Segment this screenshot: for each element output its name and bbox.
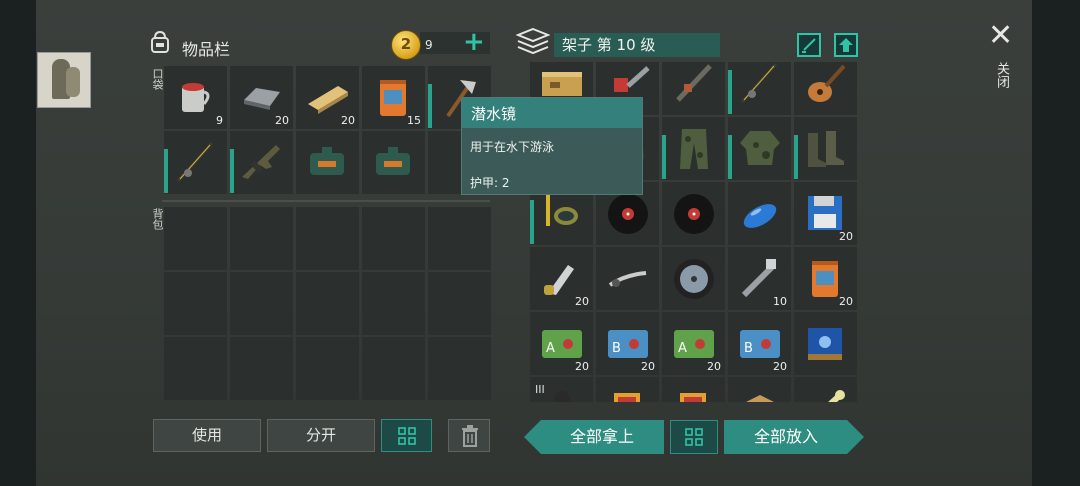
shelf-icon — [516, 27, 550, 55]
shelf-grid: 20 20 10 20 A 20 B 20 A 20 B 20 — [0, 62, 1080, 402]
coin-count: 9 — [425, 38, 433, 52]
snorkel-goggles-icon — [538, 190, 585, 237]
item-count: 20 — [641, 360, 655, 373]
edit-icon — [802, 38, 816, 53]
tier-label: III — [535, 383, 545, 396]
upload-icon — [839, 38, 853, 52]
game-screen: 物品栏 2 9 + 口袋 背包 9 20 20 15 使用 分开 架子 第 10 级 — [0, 0, 1080, 486]
fuel-tank-icon — [736, 190, 783, 237]
item-slot[interactable] — [794, 62, 857, 115]
item-count: 20 — [575, 360, 589, 373]
camo-jacket-icon — [736, 125, 783, 172]
item-slot[interactable] — [662, 62, 725, 115]
put-all-button[interactable]: 全部放入 — [724, 420, 848, 454]
item-slot[interactable] — [728, 182, 791, 245]
item-slot[interactable] — [596, 247, 659, 310]
fishing-rod-icon — [736, 62, 783, 107]
inventory-title: 物品栏 — [182, 40, 231, 59]
grid-icon — [685, 428, 703, 446]
item-slot[interactable]: 20 — [794, 182, 857, 245]
item-slot[interactable] — [662, 247, 725, 310]
item-count: 10 — [773, 295, 787, 308]
durability-bar — [662, 135, 666, 179]
item-slot[interactable]: B 20 — [596, 312, 659, 375]
tooltip-armor: 护甲: 2 — [470, 176, 510, 190]
tooltip-description: 用于在水下游泳 — [470, 140, 555, 154]
guitar-icon — [802, 62, 849, 107]
tooltip-header: 潜水镜 — [462, 98, 642, 128]
item-slot[interactable] — [794, 312, 857, 375]
sort-inventory-button[interactable] — [381, 419, 432, 452]
svg-text:B: B — [744, 341, 753, 356]
brake-lever-icon — [604, 255, 651, 302]
coin-icon: 2 — [391, 30, 421, 60]
item-slot[interactable] — [662, 182, 725, 245]
item-slot[interactable] — [662, 117, 725, 180]
item-count: 20 — [575, 295, 589, 308]
durability-bar — [794, 135, 798, 179]
item-slot[interactable]: A 20 — [530, 312, 593, 375]
item-count: 20 — [839, 295, 853, 308]
shelf-title: 架子 第 10 级 — [554, 33, 720, 57]
trash-button[interactable] — [448, 419, 490, 452]
item-slot[interactable]: A 20 — [662, 312, 725, 375]
upgrade-button[interactable] — [834, 33, 858, 57]
item-slot[interactable] — [728, 117, 791, 180]
close-label[interactable]: 关闭 — [992, 62, 1011, 88]
item-count: 20 — [839, 230, 853, 243]
durability-bar — [728, 70, 732, 114]
vinyl-record-icon — [604, 190, 651, 237]
durability-bar — [530, 200, 534, 244]
item-slot[interactable]: 20 — [794, 247, 857, 310]
rename-button[interactable] — [797, 33, 821, 57]
item-slot[interactable]: 10 — [728, 247, 791, 310]
gun-parts-icon — [670, 62, 717, 107]
item-count: 20 — [707, 360, 721, 373]
durability-bar — [728, 135, 732, 179]
add-coins-button[interactable]: + — [463, 29, 485, 55]
blue-crate-icon — [802, 320, 849, 367]
trash-icon — [462, 425, 478, 447]
backpack-icon — [151, 30, 169, 53]
split-button[interactable]: 分开 — [267, 419, 375, 452]
take-all-button[interactable]: 全部拿上 — [540, 420, 664, 454]
use-button[interactable]: 使用 — [153, 419, 261, 452]
svg-text:A: A — [546, 341, 555, 356]
item-tooltip: 潜水镜 用于在水下游泳 护甲: 2 — [461, 97, 643, 195]
item-slot[interactable] — [794, 117, 857, 180]
vinyl-record-icon — [670, 190, 717, 237]
grid-icon — [397, 426, 416, 445]
tooltip-item-name: 潜水镜 — [471, 105, 517, 123]
item-slot[interactable] — [728, 62, 791, 115]
item-count: 20 — [773, 360, 787, 373]
item-slot[interactable]: 20 — [530, 247, 593, 310]
boots-icon — [802, 125, 849, 172]
svg-text:B: B — [612, 341, 621, 356]
item-slot[interactable]: B 20 — [728, 312, 791, 375]
svg-text:A: A — [678, 341, 687, 356]
close-icon[interactable]: ✕ — [988, 21, 1013, 51]
camo-pants-icon — [670, 125, 717, 172]
sort-shelf-button[interactable] — [670, 420, 718, 454]
wheel-icon — [670, 255, 717, 302]
